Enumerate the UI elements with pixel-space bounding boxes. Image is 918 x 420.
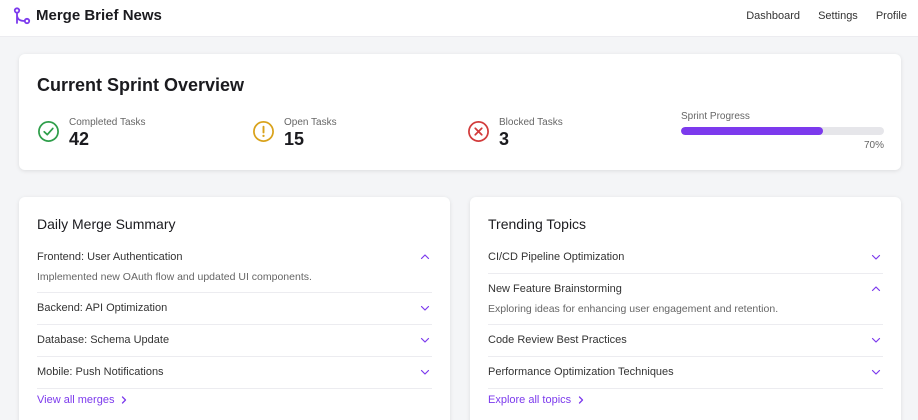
accordion-label: Backend: API Optimization [37,302,168,314]
accordion-header[interactable]: CI/CD Pipeline Optimization [488,242,883,273]
chevron-down-icon [871,254,881,260]
accordion-header[interactable]: New Feature Brainstorming [488,274,883,305]
progress-label: Sprint Progress [681,111,750,122]
accordion-label: Frontend: User Authentication [37,251,183,263]
alert-circle-icon [253,121,274,142]
accordion-header[interactable]: Backend: API Optimization [37,293,432,324]
chevron-down-icon [420,305,430,311]
accordion-label: Code Review Best Practices [488,334,627,346]
merge-accordion: Frontend: User Authentication Implemented… [37,242,432,389]
accordion-item: Code Review Best Practices [488,325,883,357]
check-circle-icon [38,121,59,142]
chevron-down-icon [871,369,881,375]
stat-label: Completed Tasks [69,117,146,128]
accordion-item: Backend: API Optimization [37,293,432,325]
nav-settings-link[interactable]: Settings [818,10,858,22]
accordion-header[interactable]: Database: Schema Update [37,325,432,356]
accordion-detail: Exploring ideas for enhancing user engag… [488,303,779,315]
progress-percent: 70% [863,140,884,151]
accordion-label: Mobile: Push Notifications [37,366,164,378]
accordion-item: New Feature Brainstorming Exploring ideas… [488,274,883,325]
stat-value: 42 [69,129,90,149]
stat-label: Blocked Tasks [499,117,563,128]
chevron-up-icon [871,286,881,292]
sprint-overview-card: Current Sprint Overview Completed Tasks … [19,54,901,170]
view-all-merges-link[interactable]: View all merges [37,394,128,406]
stat-value: 15 [284,129,305,149]
chevron-down-icon [420,337,430,343]
chevron-down-icon [871,337,881,343]
accordion-item: Frontend: User Authentication Implemented… [37,242,432,293]
sprint-progress-fill [681,127,824,135]
chevron-down-icon [420,369,430,375]
accordion-label: New Feature Brainstorming [488,283,622,295]
accordion-header[interactable]: Code Review Best Practices [488,325,883,356]
merge-summary-title: Daily Merge Summary [37,216,176,232]
chevron-up-icon [420,254,430,260]
accordion-header[interactable]: Performance Optimization Techniques [488,357,883,388]
nav-dashboard-link[interactable]: Dashboard [746,10,800,22]
explore-all-topics-label: Explore all topics [488,394,572,406]
stat-label: Open Tasks [284,117,337,128]
accordion-label: Database: Schema Update [37,334,170,346]
chevron-right-icon [122,396,127,404]
chevron-right-icon [579,396,584,404]
accordion-detail: Implemented new OAuth flow and updated U… [37,271,312,283]
accordion-item: Database: Schema Update [37,325,432,357]
accordion-item: Mobile: Push Notifications [37,357,432,389]
git-merge-icon [13,7,31,25]
app-title: Merge Brief News [36,7,162,24]
explore-all-topics-link[interactable]: Explore all topics [488,394,585,406]
accordion-header[interactable]: Frontend: User Authentication [37,242,432,273]
stat-value: 3 [499,129,510,149]
accordion-item: Performance Optimization Techniques [488,357,883,389]
trending-topics-card: Trending Topics CI/CD Pipeline Optimizat… [470,197,901,420]
daily-merge-summary-card: Daily Merge Summary Frontend: User Authe… [19,197,450,420]
nav-menu: Dashboard Settings Profile [746,10,907,22]
trending-topics-title: Trending Topics [488,216,587,232]
overview-title: Current Sprint Overview [37,75,245,95]
accordion-header[interactable]: Mobile: Push Notifications [37,357,432,388]
sprint-progress-bar [681,127,884,135]
accordion-label: CI/CD Pipeline Optimization [488,251,625,263]
view-all-merges-label: View all merges [37,394,115,406]
x-circle-icon [468,121,489,142]
top-navbar: Merge Brief News Dashboard Settings Prof… [0,0,918,37]
accordion-label: Performance Optimization Techniques [488,366,674,378]
topics-accordion: CI/CD Pipeline Optimization New Feature B… [488,242,883,389]
accordion-item: CI/CD Pipeline Optimization [488,242,883,274]
nav-profile-link[interactable]: Profile [876,10,907,22]
